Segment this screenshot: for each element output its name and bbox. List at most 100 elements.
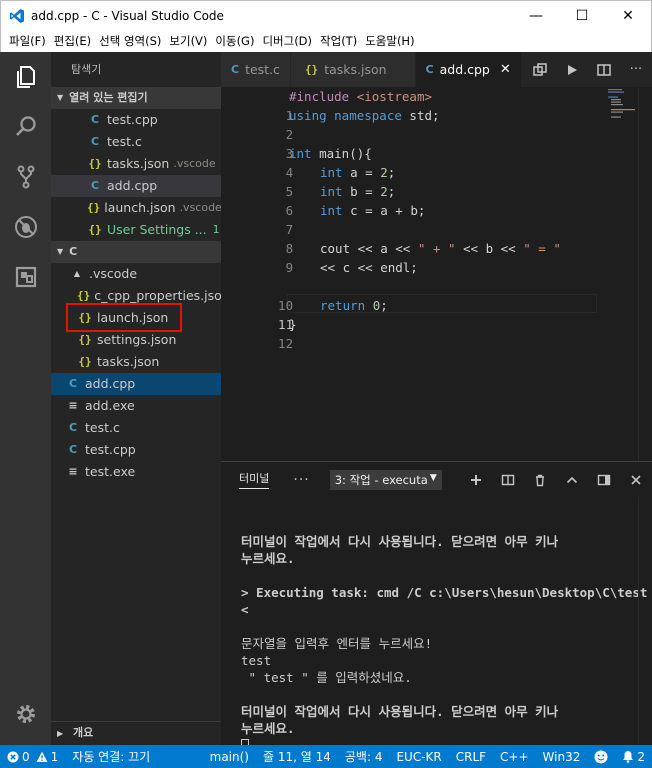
tree-item-add-exe[interactable]: ≡ add.exe <box>51 395 221 417</box>
open-changes-button[interactable] <box>524 62 556 78</box>
eol-status[interactable]: CRLF <box>449 750 493 764</box>
folder-c-header[interactable]: ▼ C <box>51 241 221 263</box>
explorer-activity[interactable] <box>0 52 51 102</box>
open-editor-item-tasks-json[interactable]: {} tasks.json .vscode <box>51 153 221 175</box>
indentation-status[interactable]: 공백: 4 <box>338 748 390 765</box>
tree-item-tasks-json[interactable]: {} tasks.json <box>51 351 221 373</box>
panel-actions <box>460 473 652 487</box>
tree-item-settings-json[interactable]: {} settings.json <box>51 329 221 351</box>
extensions-activity[interactable] <box>0 252 51 302</box>
code-editor[interactable]: 1 #include <iostream> 2 using namespace … <box>221 87 652 461</box>
menu-help[interactable]: 도움말(H) <box>361 33 418 49</box>
search-activity[interactable] <box>0 102 51 152</box>
maximize-panel-button[interactable] <box>556 473 588 487</box>
code-line: 11 return 0; <box>278 298 388 332</box>
close-tab-icon[interactable]: ✕ <box>500 62 511 77</box>
editor-scrollbar[interactable] <box>638 87 652 461</box>
maximize-button[interactable]: ☐ <box>559 1 605 31</box>
chevron-down-icon: ▼ <box>57 93 64 102</box>
json-file-icon: {} <box>88 157 102 170</box>
tree-item-test-exe[interactable]: ≡ test.exe <box>51 461 221 483</box>
manage-activity[interactable] <box>0 689 51 739</box>
code-line: 6 int b = 2; <box>285 184 396 218</box>
open-editor-item-user-settings[interactable]: {} User Settings ... 1 <box>51 219 221 241</box>
debug-activity[interactable] <box>0 202 51 252</box>
cpp-file-icon: C <box>68 443 78 456</box>
source-control-activity[interactable] <box>0 152 51 202</box>
menu-go[interactable]: 이동(G) <box>211 33 258 49</box>
tab-tasks-json[interactable]: {} tasks.json <box>290 52 416 87</box>
tree-item-test-c[interactable]: C test.c <box>51 417 221 439</box>
terminal-selector[interactable]: 3: 작업 - executa ▼ <box>329 469 442 490</box>
menu-file[interactable]: 파일(F) <box>5 33 50 49</box>
outline-header[interactable]: ▶ 개요 <box>51 721 221 745</box>
new-terminal-button[interactable] <box>460 473 492 487</box>
kill-terminal-button[interactable] <box>524 473 556 487</box>
minimize-button[interactable]: — <box>513 1 559 31</box>
status-bar: 0 1 자동 연결: 끄기 main() 줄 11, 열 14 공백: 4 EU… <box>0 745 652 768</box>
menu-view[interactable]: 보기(V) <box>165 33 211 49</box>
menu-edit[interactable]: 편집(E) <box>50 33 95 49</box>
c-file-icon: C <box>231 63 240 76</box>
terminal-panel: 터미널 ··· 3: 작업 - executa ▼ 터미널이 작업에서 다시 사… <box>221 461 652 754</box>
editor-tabs: C test.c {} tasks.json C add.cpp ✕ ··· <box>221 52 652 87</box>
platform-status[interactable]: Win32 <box>536 750 588 764</box>
feedback-button[interactable] <box>587 750 615 764</box>
terminal-scrollbar[interactable] <box>638 497 652 746</box>
close-panel-button[interactable] <box>620 473 652 487</box>
code-line: 8 <box>285 241 294 256</box>
debug-no-bug-icon <box>14 216 37 238</box>
search-icon <box>15 116 36 136</box>
cursor-position-status[interactable]: 줄 11, 열 14 <box>256 748 338 765</box>
scope-status[interactable]: main() <box>203 750 256 764</box>
json-file-icon: {} <box>78 333 92 346</box>
tree-item-add-cpp[interactable]: C add.cpp <box>51 373 221 395</box>
cpp-file-icon: C <box>90 113 100 126</box>
chevron-right-icon: ▶ <box>57 729 64 738</box>
close-window-button[interactable]: ✕ <box>605 1 651 31</box>
tab-terminal[interactable]: 터미널 <box>239 470 270 489</box>
terminal-output[interactable]: 터미널이 작업에서 다시 사용됩니다. 닫으려면 아무 키나 누르세요. > E… <box>241 516 647 754</box>
problems-status[interactable]: 0 1 <box>0 750 65 764</box>
split-terminal-button[interactable] <box>492 473 524 487</box>
dropdown-arrow-icon: ▼ <box>429 472 437 483</box>
plus-icon <box>471 474 481 485</box>
open-editor-item-test-cpp[interactable]: C test.cpp <box>51 109 221 131</box>
more-actions-button[interactable]: ··· <box>620 62 652 77</box>
run-button[interactable] <box>556 63 588 77</box>
menu-tasks[interactable]: 작업(T) <box>316 33 361 49</box>
gear-icon <box>16 705 35 723</box>
code-line: 1 #include <iostream> <box>285 89 432 123</box>
tree-folder-vscode[interactable]: ▲ .vscode <box>51 263 221 285</box>
open-editor-item-launch-json[interactable]: {} launch.json .vscode <box>51 197 221 219</box>
menu-debug[interactable]: 디버그(D) <box>258 33 316 49</box>
encoding-status[interactable]: EUC-KR <box>389 750 448 764</box>
code-line: 2 using namespace std; <box>285 108 440 142</box>
tab-test-c[interactable]: C test.c <box>221 52 291 87</box>
error-icon <box>7 751 19 762</box>
panel-layout-icon <box>597 474 611 485</box>
split-editor-button[interactable] <box>588 62 620 78</box>
minimap[interactable] <box>608 89 638 119</box>
open-editor-item-add-cpp[interactable]: C add.cpp <box>51 175 221 197</box>
tab-add-cpp[interactable]: C add.cpp ✕ <box>415 52 522 87</box>
open-editor-item-test-c[interactable]: C test.c <box>51 131 221 153</box>
more-panels-button[interactable]: ··· <box>293 472 309 488</box>
chevron-up-icon <box>566 476 578 483</box>
play-icon <box>568 64 577 75</box>
activity-bar <box>0 52 51 745</box>
menu-selection[interactable]: 선택 영역(S) <box>95 33 165 49</box>
tree-item-test-cpp[interactable]: C test.cpp <box>51 439 221 461</box>
code-line: 12 } <box>278 317 297 351</box>
notifications-status[interactable]: 2 <box>615 750 652 764</box>
auto-connect-status[interactable]: 자동 연결: 끄기 <box>65 748 157 765</box>
language-status[interactable]: C++ <box>493 750 536 764</box>
open-editors-header[interactable]: ▼ 열려 있는 편집기 <box>51 87 221 109</box>
code-line: 5 int a = 2; <box>285 165 396 199</box>
git-branch-icon <box>17 165 34 189</box>
close-icon <box>631 474 641 485</box>
vscode-logo-icon <box>10 8 24 23</box>
window-title: add.cpp - C - Visual Studio Code <box>31 8 224 23</box>
code-line: 3 <box>285 146 294 161</box>
toggle-panel-position-button[interactable] <box>588 473 620 487</box>
